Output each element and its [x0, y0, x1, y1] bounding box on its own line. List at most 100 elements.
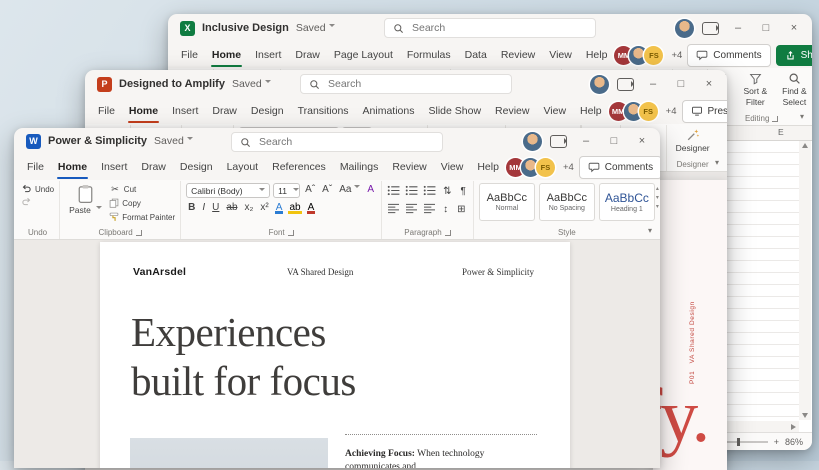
- close-icon[interactable]: ×: [697, 74, 721, 94]
- excel-tab[interactable]: Insert: [248, 42, 288, 68]
- word-tab[interactable]: References: [265, 154, 333, 180]
- word-search-input[interactable]: [257, 135, 434, 149]
- powerpoint-search-input[interactable]: [326, 77, 503, 91]
- format-painter-button[interactable]: Format Painter: [109, 211, 175, 223]
- align-center-icon[interactable]: [405, 203, 418, 214]
- numbering-icon[interactable]: [405, 185, 418, 196]
- word-saved-status[interactable]: Saved: [154, 135, 193, 147]
- align-right-icon[interactable]: [423, 203, 436, 214]
- scroll-down-icon[interactable]: [802, 413, 808, 418]
- excel-tab[interactable]: Formulas: [400, 42, 458, 68]
- collaborator-avatar-fs[interactable]: FS: [638, 101, 658, 121]
- powerpoint-tab[interactable]: Home: [122, 98, 165, 124]
- word-search-box[interactable]: [231, 132, 443, 152]
- find-select-button[interactable]: Find & Select: [778, 71, 811, 109]
- excel-saved-status[interactable]: Saved: [296, 22, 335, 34]
- word-tab[interactable]: Layout: [220, 154, 266, 180]
- copy-button[interactable]: Copy: [109, 197, 175, 209]
- powerpoint-tab[interactable]: Transitions: [291, 98, 356, 124]
- multilevel-list-icon[interactable]: [423, 185, 436, 196]
- word-user-avatar[interactable]: [523, 131, 542, 151]
- subscript-button[interactable]: x₂: [243, 201, 256, 215]
- word-tab[interactable]: Home: [51, 154, 94, 180]
- comments-button[interactable]: Comments: [578, 155, 660, 179]
- designer-button[interactable]: Designer: [672, 127, 714, 154]
- change-case-button[interactable]: Aa: [337, 183, 362, 197]
- collaborator-avatar-fs[interactable]: FS: [535, 157, 555, 177]
- present-button[interactable]: Present: [681, 99, 727, 123]
- text-highlight-button[interactable]: ab: [287, 201, 302, 214]
- minimize-icon[interactable]: –: [574, 131, 598, 151]
- powerpoint-tab[interactable]: Help: [573, 98, 609, 124]
- style-card[interactable]: AaBbCc No Spacing: [538, 183, 595, 221]
- excel-tab[interactable]: Draw: [288, 42, 327, 68]
- close-icon[interactable]: ×: [782, 18, 806, 38]
- strikethrough-button[interactable]: ab: [224, 201, 239, 215]
- maximize-icon[interactable]: □: [754, 18, 778, 38]
- style-card[interactable]: AaBbCc Heading 1: [598, 183, 655, 221]
- line-spacing-icon[interactable]: ↕: [441, 203, 450, 217]
- underline-button[interactable]: U: [210, 201, 221, 215]
- excel-tab[interactable]: File: [174, 42, 205, 68]
- powerpoint-tab[interactable]: Draw: [205, 98, 244, 124]
- powerpoint-tab[interactable]: Slide Show: [422, 98, 489, 124]
- minimize-icon[interactable]: –: [726, 18, 750, 38]
- excel-tab[interactable]: View: [542, 42, 579, 68]
- collaborator-overflow-count[interactable]: +4: [666, 106, 677, 117]
- undo-button[interactable]: Undo: [21, 183, 54, 195]
- font-color-button[interactable]: A: [306, 201, 317, 214]
- word-tab[interactable]: Design: [173, 154, 220, 180]
- shrink-font-button[interactable]: Aˇ: [320, 183, 334, 197]
- zoom-in-button[interactable]: +: [774, 437, 779, 447]
- collaborator-overflow-count[interactable]: +4: [563, 162, 574, 173]
- pilcrow-icon[interactable]: ¶: [458, 185, 467, 199]
- vertical-scrollbar[interactable]: [799, 141, 811, 420]
- scroll-right-icon[interactable]: [791, 423, 796, 430]
- collapse-ribbon-icon[interactable]: ▾: [800, 112, 804, 121]
- sort-icon[interactable]: ⇅: [441, 185, 453, 199]
- paste-button[interactable]: Paste: [65, 183, 106, 216]
- cut-button[interactable]: ✂Cut: [109, 183, 175, 195]
- comments-button[interactable]: Comments: [687, 43, 771, 67]
- redo-button[interactable]: [21, 196, 54, 208]
- bold-button[interactable]: B: [186, 201, 197, 215]
- powerpoint-tab[interactable]: Design: [244, 98, 291, 124]
- powerpoint-tab[interactable]: File: [91, 98, 122, 124]
- collaborator-overflow-count[interactable]: +4: [671, 50, 682, 61]
- italic-button[interactable]: I: [200, 201, 207, 215]
- font-name-select[interactable]: Calibri (Body): [186, 183, 271, 198]
- text-effects-button[interactable]: A: [274, 201, 285, 214]
- borders-icon[interactable]: ⊞: [455, 203, 467, 217]
- word-tab[interactable]: File: [20, 154, 51, 180]
- powerpoint-slide[interactable]: P01 VA Shared Design fy.: [637, 180, 727, 470]
- collapse-ribbon-icon[interactable]: ▾: [648, 226, 652, 235]
- powerpoint-tab[interactable]: Insert: [165, 98, 205, 124]
- powerpoint-saved-status[interactable]: Saved: [232, 78, 271, 90]
- meet-now-icon[interactable]: [613, 74, 637, 94]
- column-header-e[interactable]: E: [778, 127, 784, 137]
- word-tab[interactable]: View: [434, 154, 471, 180]
- powerpoint-tab[interactable]: Review: [488, 98, 536, 124]
- excel-search-box[interactable]: [384, 18, 596, 38]
- word-document-area[interactable]: VanArsdel VA Shared Design Power & Simpl…: [14, 240, 660, 468]
- powerpoint-user-avatar[interactable]: [590, 74, 609, 94]
- maximize-icon[interactable]: □: [669, 74, 693, 94]
- powerpoint-tab[interactable]: Animations: [356, 98, 422, 124]
- minimize-icon[interactable]: –: [641, 74, 665, 94]
- bullets-icon[interactable]: [387, 185, 400, 196]
- excel-tab[interactable]: Data: [458, 42, 494, 68]
- zoom-level[interactable]: 86%: [785, 437, 803, 447]
- excel-tab[interactable]: Help: [579, 42, 615, 68]
- word-tab[interactable]: Insert: [94, 154, 134, 180]
- maximize-icon[interactable]: □: [602, 131, 626, 151]
- excel-user-avatar[interactable]: [675, 18, 694, 38]
- close-icon[interactable]: ×: [630, 131, 654, 151]
- grow-font-button[interactable]: Aˆ: [303, 183, 317, 197]
- meet-now-icon[interactable]: [546, 131, 570, 151]
- word-tab[interactable]: Draw: [134, 154, 173, 180]
- style-gallery-scroll[interactable]: ▴ ▾ ▾: [654, 183, 660, 212]
- word-tab[interactable]: Mailings: [333, 154, 386, 180]
- excel-tab[interactable]: Review: [494, 42, 542, 68]
- share-button[interactable]: Share: [775, 44, 812, 66]
- word-page[interactable]: VanArsdel VA Shared Design Power & Simpl…: [100, 242, 570, 468]
